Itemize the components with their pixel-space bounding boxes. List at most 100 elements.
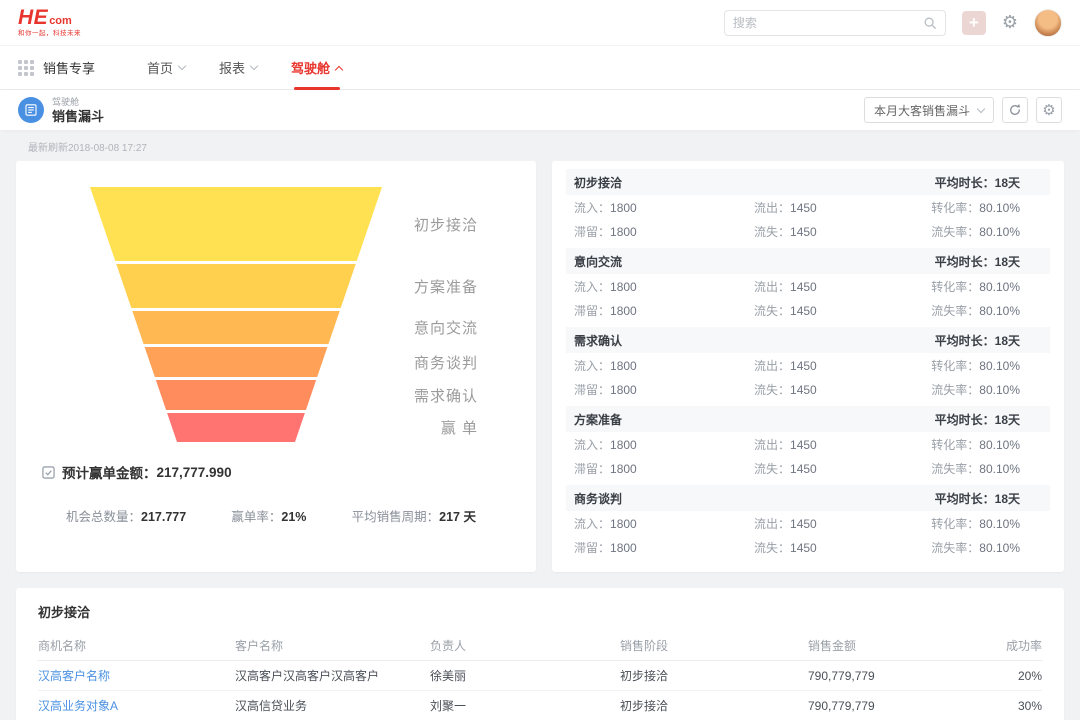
stage-section: 需求确认 平均时长：18天 流入：1800 流出：1450 转化率：80.10%… bbox=[566, 327, 1050, 401]
global-search[interactable] bbox=[724, 10, 946, 36]
funnel-stage-label: 需求确认 bbox=[400, 380, 478, 410]
stage-section: 意向交流 平均时长：18天 流入：1800 流出：1450 转化率：80.10%… bbox=[566, 248, 1050, 322]
table-row: 汉高客户名称 汉高客户汉高客户汉高客户 徐美丽 初步接洽 790,779,779… bbox=[38, 661, 1042, 691]
refresh-icon bbox=[1008, 103, 1022, 117]
funnel-stage-band[interactable] bbox=[90, 380, 382, 410]
stage-stats-row: 流入：1800 流出：1450 转化率：80.10% bbox=[566, 353, 1050, 377]
opportunity-table-card: 初步接洽 商机名称 客户名称 负责人 销售阶段 销售金额 成功率 汉高客户名称 … bbox=[16, 588, 1064, 720]
stage-stats-row: 滞留：1800 流失：1450 流失率：80.10% bbox=[566, 219, 1050, 243]
main-content: 最新刷新2018-08-08 17:27 初步接洽 方案准备 意向交流 商务谈判 bbox=[0, 130, 1080, 720]
opportunity-link[interactable]: 汉高业务对象A bbox=[38, 697, 235, 714]
funnel-stage-label: 意向交流 bbox=[400, 311, 478, 344]
stage-stats-row: 滞留：1800 流失：1450 流失率：80.10% bbox=[566, 298, 1050, 322]
breadcrumb: 驾驶舱 bbox=[52, 98, 104, 107]
nav-cockpit-label: 驾驶舱 bbox=[291, 58, 330, 77]
avg-duration: 平均时长：18天 bbox=[935, 411, 1020, 428]
stage-stats-row: 流入：1800 流出：1450 转化率：80.10% bbox=[566, 511, 1050, 535]
funnel-card: 初步接洽 方案准备 意向交流 商务谈判 需求确认 赢 单 预计赢单金额： 217… bbox=[16, 161, 536, 572]
stage-stats-row: 滞留：1800 流失：1450 流失率：80.10% bbox=[566, 535, 1050, 559]
stat-avg-cycle: 平均销售周期：217 天 bbox=[352, 506, 476, 525]
stage-section-header: 商务谈判 平均时长：18天 bbox=[566, 485, 1050, 511]
expected-amount-label: 预计赢单金额： bbox=[62, 462, 157, 482]
nav-reports-label: 报表 bbox=[219, 58, 245, 77]
funnel-stage-label: 初步接洽 bbox=[400, 187, 478, 261]
sales-funnel-chart bbox=[90, 187, 382, 442]
logo-tagline: 和你一起，科技未来 bbox=[18, 31, 81, 38]
stage-section: 初步接洽 平均时长：18天 流入：1800 流出：1450 转化率：80.10%… bbox=[566, 169, 1050, 243]
funnel-stage-band[interactable] bbox=[90, 413, 382, 442]
col-customer-name: 客户名称 bbox=[235, 637, 430, 654]
refresh-button[interactable] bbox=[1002, 97, 1028, 123]
customer-cell: 汉高信贷业务 bbox=[235, 697, 430, 714]
logo-text-main: HE bbox=[18, 7, 48, 28]
chevron-down-icon bbox=[977, 104, 985, 112]
funnel-filter-select[interactable]: 本月大客销售漏斗 bbox=[864, 97, 994, 123]
dashboard-settings-button[interactable]: ⚙ bbox=[1036, 97, 1062, 123]
user-avatar[interactable] bbox=[1034, 9, 1062, 37]
funnel-stats: 机会总数量：217.777 赢单率：21% 平均销售周期：217 天 bbox=[40, 506, 512, 525]
search-input[interactable] bbox=[733, 16, 923, 30]
rate-cell: 30% bbox=[982, 699, 1042, 713]
stat-total-opportunities: 机会总数量：217.777 bbox=[66, 506, 186, 525]
hecom-logo[interactable]: HE com 和你一起，科技未来 bbox=[18, 7, 81, 38]
avg-duration: 平均时长：18天 bbox=[935, 174, 1020, 191]
chevron-down-icon bbox=[178, 62, 186, 70]
funnel-stage-band[interactable] bbox=[90, 187, 382, 261]
dashboard-icon bbox=[18, 97, 44, 123]
stage-section: 商务谈判 平均时长：18天 流入：1800 流出：1450 转化率：80.10%… bbox=[566, 485, 1050, 559]
plus-icon: + bbox=[969, 14, 979, 31]
top-bar: HE com 和你一起，科技未来 + ⚙ bbox=[0, 0, 1080, 46]
stage-stats-row: 流入：1800 流出：1450 转化率：80.10% bbox=[566, 432, 1050, 456]
chevron-down-icon bbox=[250, 62, 258, 70]
app-grid-icon[interactable] bbox=[18, 60, 34, 76]
stage-stats-row: 流入：1800 流出：1450 转化率：80.10% bbox=[566, 195, 1050, 219]
search-icon bbox=[923, 16, 937, 30]
amount-cell: 790,779,779 bbox=[808, 669, 982, 683]
stage-detail-panel: 初步接洽 平均时长：18天 流入：1800 流出：1450 转化率：80.10%… bbox=[552, 161, 1064, 572]
opportunity-link[interactable]: 汉高客户名称 bbox=[38, 667, 235, 684]
checkbox-icon bbox=[42, 466, 55, 479]
stage-cell: 初步接洽 bbox=[620, 667, 808, 684]
funnel-stage-labels: 初步接洽 方案准备 意向交流 商务谈判 需求确认 赢 单 bbox=[400, 187, 478, 442]
col-sales-stage: 销售阶段 bbox=[620, 637, 808, 654]
nav-item-cockpit[interactable]: 驾驶舱 bbox=[291, 46, 342, 90]
funnel-stage-band[interactable] bbox=[90, 264, 382, 308]
stat-win-rate: 赢单率：21% bbox=[231, 506, 306, 525]
filter-label: 本月大客销售漏斗 bbox=[874, 102, 970, 119]
stage-cell: 初步接洽 bbox=[620, 697, 808, 714]
col-success-rate: 成功率 bbox=[982, 637, 1042, 654]
quick-add-button[interactable]: + bbox=[962, 11, 986, 35]
nav-item-reports[interactable]: 报表 bbox=[219, 46, 257, 90]
stage-section-header: 初步接洽 平均时长：18天 bbox=[566, 169, 1050, 195]
expected-amount-value: 217,777.990 bbox=[157, 465, 232, 480]
nav-item-home[interactable]: 首页 bbox=[147, 46, 185, 90]
col-owner: 负责人 bbox=[430, 637, 620, 654]
col-sales-amount: 销售金额 bbox=[808, 637, 982, 654]
funnel-stage-band[interactable] bbox=[90, 347, 382, 377]
table-header-row: 商机名称 客户名称 负责人 销售阶段 销售金额 成功率 bbox=[38, 631, 1042, 661]
rate-cell: 20% bbox=[982, 669, 1042, 683]
funnel-stage-label: 赢 单 bbox=[400, 413, 478, 442]
col-opportunity-name: 商机名称 bbox=[38, 637, 235, 654]
settings-button[interactable]: ⚙ bbox=[1002, 14, 1018, 32]
page-header: 驾驶舱 销售漏斗 本月大客销售漏斗 ⚙ bbox=[0, 90, 1080, 130]
stage-stats-row: 流入：1800 流出：1450 转化率：80.10% bbox=[566, 274, 1050, 298]
stage-stats-row: 滞留：1800 流失：1450 流失率：80.10% bbox=[566, 377, 1050, 401]
funnel-stage-band[interactable] bbox=[90, 311, 382, 344]
avg-duration: 平均时长：18天 bbox=[935, 253, 1020, 270]
avg-duration: 平均时长：18天 bbox=[935, 490, 1020, 507]
owner-cell: 徐美丽 bbox=[430, 667, 620, 684]
expected-win-amount: 预计赢单金额： 217,777.990 bbox=[42, 462, 512, 482]
stage-stats-row: 滞留：1800 流失：1450 流失率：80.10% bbox=[566, 456, 1050, 480]
avg-duration: 平均时长：18天 bbox=[935, 332, 1020, 349]
last-refresh-time: 最新刷新2018-08-08 17:27 bbox=[16, 130, 1064, 161]
owner-cell: 刘聚一 bbox=[430, 697, 620, 714]
page-title: 销售漏斗 bbox=[52, 110, 104, 123]
funnel-stage-label: 商务谈判 bbox=[400, 347, 478, 377]
gear-icon: ⚙ bbox=[1042, 103, 1055, 118]
gear-icon: ⚙ bbox=[1002, 14, 1018, 32]
stage-section-header: 需求确认 平均时长：18天 bbox=[566, 327, 1050, 353]
table-title: 初步接洽 bbox=[38, 602, 1042, 621]
stage-section: 方案准备 平均时长：18天 流入：1800 流出：1450 转化率：80.10%… bbox=[566, 406, 1050, 480]
logo-text-sub: com bbox=[49, 16, 72, 27]
